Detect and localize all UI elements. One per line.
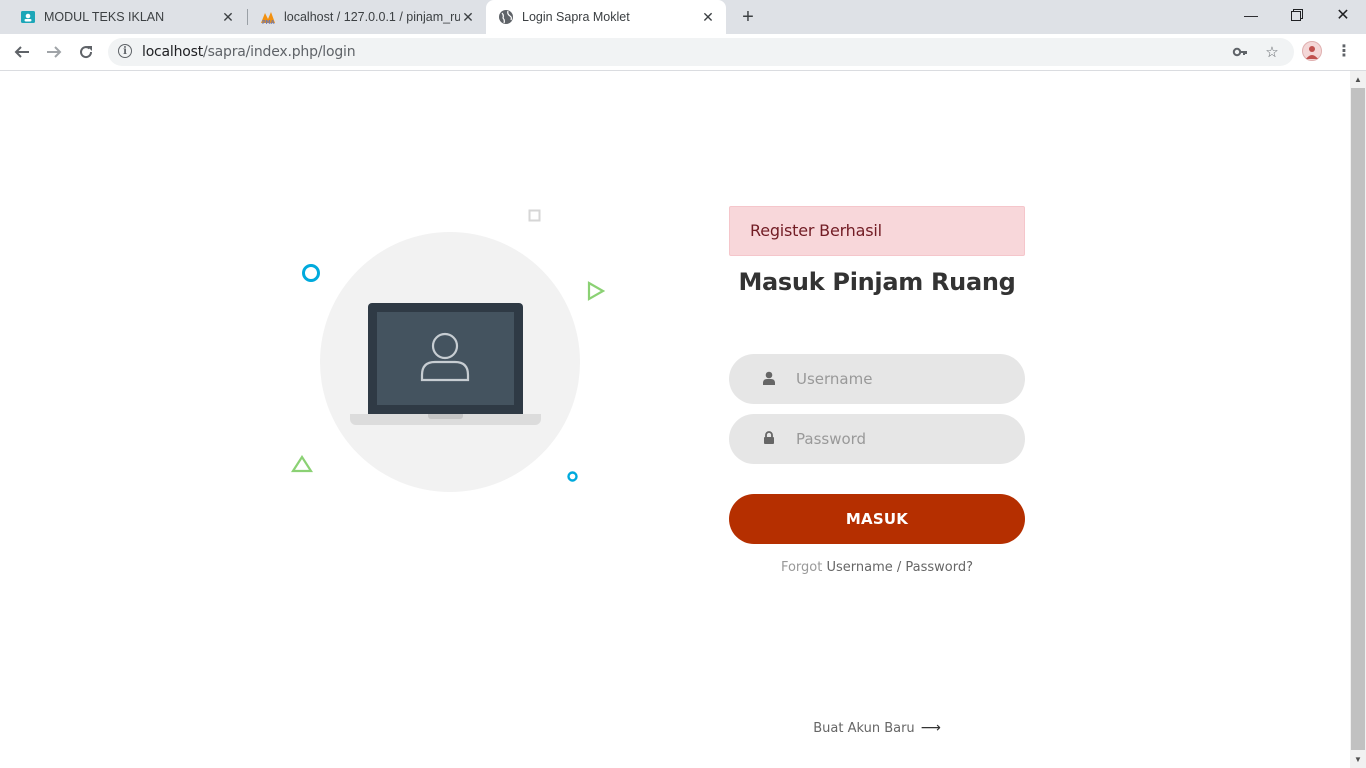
new-tab-button[interactable]: +	[736, 5, 760, 29]
forward-button[interactable]	[40, 38, 68, 66]
scroll-up-icon[interactable]: ▲	[1350, 71, 1366, 88]
forgot-credentials: Forgot Username / Password?	[729, 560, 1025, 575]
svg-text:PMA: PMA	[262, 20, 275, 25]
key-icon[interactable]	[1232, 44, 1248, 60]
back-button[interactable]	[8, 38, 36, 66]
reload-icon	[80, 46, 93, 59]
maximize-button[interactable]	[1274, 0, 1320, 30]
tab-title: localhost / 127.0.0.1 / pinjam_ruang	[284, 10, 460, 24]
back-arrow-icon	[14, 46, 29, 58]
register-success-alert: Register Berhasil	[729, 206, 1025, 256]
browser-menu-icon[interactable]: ⋮	[1334, 41, 1354, 61]
scrollbar-thumb[interactable]	[1351, 88, 1365, 750]
phpmyadmin-icon: PMA	[260, 9, 276, 25]
register-link[interactable]: Buat Akun Baru ⟶	[729, 720, 1025, 736]
globe-icon	[498, 9, 514, 25]
triangle-up-shape	[291, 455, 313, 473]
close-window-button[interactable]: ✕	[1320, 0, 1366, 30]
forgot-prefix: Forgot	[780, 560, 823, 575]
tab-title: Login Sapra Moklet	[522, 10, 630, 24]
password-field[interactable]	[729, 414, 1025, 464]
address-url: localhost/sapra/index.php/login	[142, 44, 356, 60]
user-icon	[763, 371, 775, 385]
browser-toolbar: i localhost/sapra/index.php/login ☆	[0, 34, 1366, 71]
scroll-down-icon[interactable]: ▼	[1350, 751, 1366, 768]
tab-title: MODUL TEKS IKLAN	[44, 10, 165, 24]
login-button[interactable]: MASUK	[729, 494, 1025, 544]
arrow-right-icon: ⟶	[920, 720, 941, 736]
triangle-right-shape	[587, 281, 605, 301]
lock-icon	[764, 431, 774, 444]
page-title: Masuk Pinjam Ruang	[738, 268, 1016, 296]
register-label[interactable]: Buat Akun Baru	[813, 721, 914, 736]
username-field[interactable]	[729, 354, 1025, 404]
reload-button[interactable]	[72, 38, 100, 66]
circle-shape	[302, 264, 320, 282]
laptop-notch	[428, 414, 463, 419]
username-input[interactable]	[796, 354, 1006, 404]
restore-icon	[1291, 9, 1303, 21]
classroom-icon	[20, 9, 36, 25]
square-shape	[528, 209, 541, 222]
close-icon[interactable]: ✕	[220, 9, 236, 25]
address-bar[interactable]: i localhost/sapra/index.php/login ☆	[108, 38, 1294, 66]
close-icon[interactable]: ✕	[700, 9, 716, 25]
tab-login-sapra-moklet[interactable]: Login Sapra Moklet ✕	[486, 0, 726, 34]
minimize-button[interactable]: —	[1228, 0, 1274, 30]
forward-arrow-icon	[47, 46, 62, 58]
close-icon[interactable]: ✕	[460, 9, 476, 25]
info-icon[interactable]: i	[118, 44, 132, 58]
small-circle-shape	[567, 471, 578, 482]
tab-strip: MODUL TEKS IKLAN ✕ PMA localhost / 127.0…	[0, 0, 1366, 34]
page-viewport: Register Berhasil Masuk Pinjam Ruang MAS…	[0, 71, 1350, 768]
user-icon	[420, 332, 470, 382]
profile-avatar[interactable]	[1302, 41, 1322, 61]
page-scrollbar[interactable]: ▲ ▼	[1350, 71, 1366, 768]
tab-phpmyadmin[interactable]: PMA localhost / 127.0.0.1 / pinjam_ruang…	[240, 0, 486, 34]
star-icon[interactable]: ☆	[1264, 44, 1280, 61]
tab-modul-teks-iklan[interactable]: MODUL TEKS IKLAN ✕	[0, 0, 246, 34]
password-input[interactable]	[796, 414, 1006, 464]
forgot-link[interactable]: Username / Password?	[826, 560, 973, 575]
